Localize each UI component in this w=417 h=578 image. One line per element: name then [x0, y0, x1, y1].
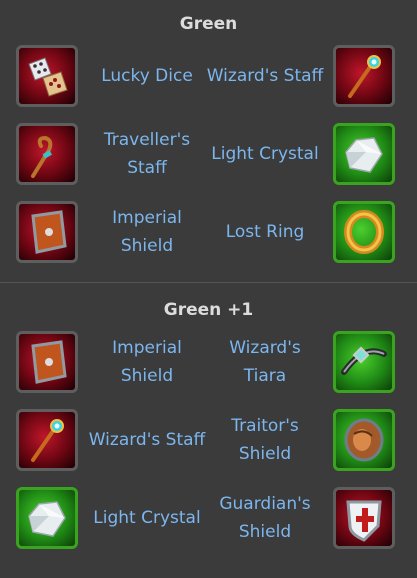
item-name[interactable]: Imperial Shield: [84, 331, 210, 393]
item-name[interactable]: Lost Ring: [204, 201, 326, 263]
imperial-shield-icon[interactable]: [16, 331, 78, 393]
item-name[interactable]: Light Crystal: [84, 487, 210, 549]
item-name[interactable]: Wizard's Staff: [84, 409, 210, 471]
item-name[interactable]: Light Crystal: [204, 123, 326, 185]
ring-icon[interactable]: [333, 201, 395, 263]
tiara-icon[interactable]: [333, 331, 395, 393]
section-green: Green Lucky Dice Wizard's Staff Travelle…: [0, 0, 417, 283]
wizard-staff-icon[interactable]: [333, 45, 395, 107]
item-name[interactable]: Wizard's Staff: [204, 45, 326, 107]
item-row: Lucky Dice Wizard's Staff: [0, 45, 417, 113]
imperial-shield-icon[interactable]: [16, 201, 78, 263]
item-row: Traveller's Staff Light Crystal: [0, 123, 417, 191]
wizard-staff-icon[interactable]: [16, 409, 78, 471]
traitor-shield-icon[interactable]: [333, 409, 395, 471]
item-name[interactable]: Imperial Shield: [84, 201, 210, 263]
item-name[interactable]: Traitor's Shield: [204, 409, 326, 471]
traveller-staff-icon[interactable]: [16, 123, 78, 185]
item-row: Wizard's Staff Traitor's Shield: [0, 409, 417, 477]
section-title: Green: [179, 14, 238, 34]
section-title: Green +1: [163, 300, 254, 320]
section-green-plus-one: Green +1 Imperial Shield Wizard's Tiara: [0, 283, 417, 555]
item-row: Imperial Shield Wizard's Tiara: [0, 331, 417, 399]
item-name[interactable]: Lucky Dice: [84, 45, 210, 107]
item-name[interactable]: Traveller's Staff: [84, 123, 210, 185]
item-row: Light Crystal Guardian's Shield: [0, 487, 417, 555]
item-row: Imperial Shield Lost Ring: [0, 201, 417, 269]
crystal-icon[interactable]: [16, 487, 78, 549]
crystal-icon[interactable]: [333, 123, 395, 185]
guardian-shield-icon[interactable]: [333, 487, 395, 549]
dice-icon[interactable]: [16, 45, 78, 107]
item-name[interactable]: Wizard's Tiara: [204, 331, 326, 393]
item-name[interactable]: Guardian's Shield: [204, 487, 326, 549]
